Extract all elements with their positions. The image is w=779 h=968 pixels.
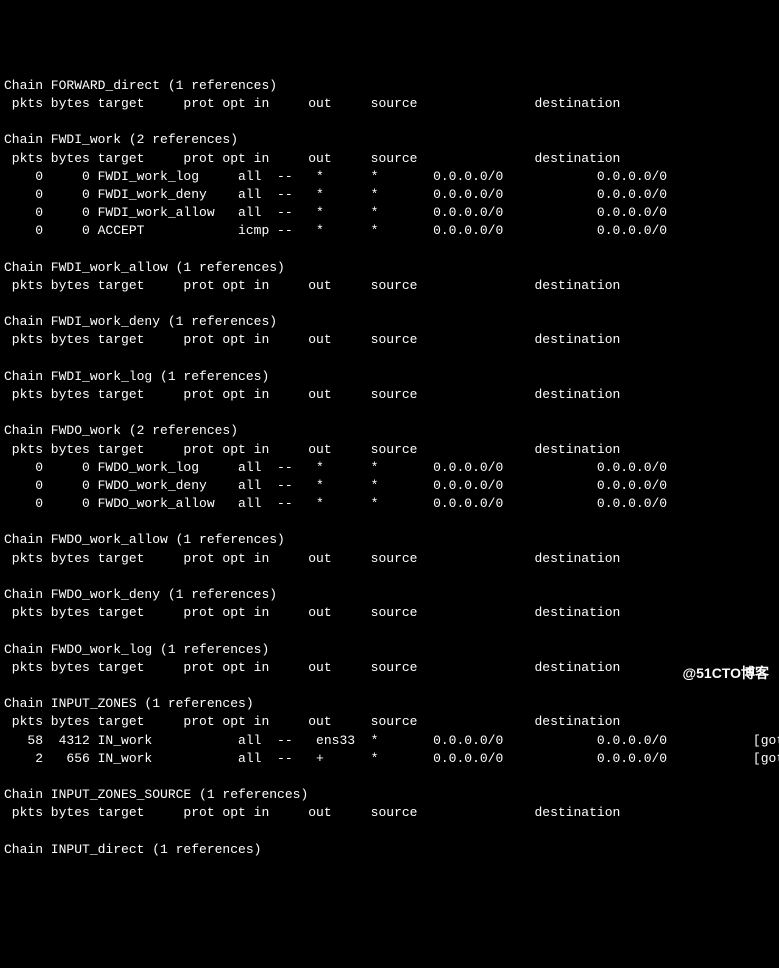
terminal-output: Chain FORWARD_direct (1 references) pkts… bbox=[4, 77, 775, 859]
watermark: @51CTO博客 bbox=[682, 664, 769, 684]
